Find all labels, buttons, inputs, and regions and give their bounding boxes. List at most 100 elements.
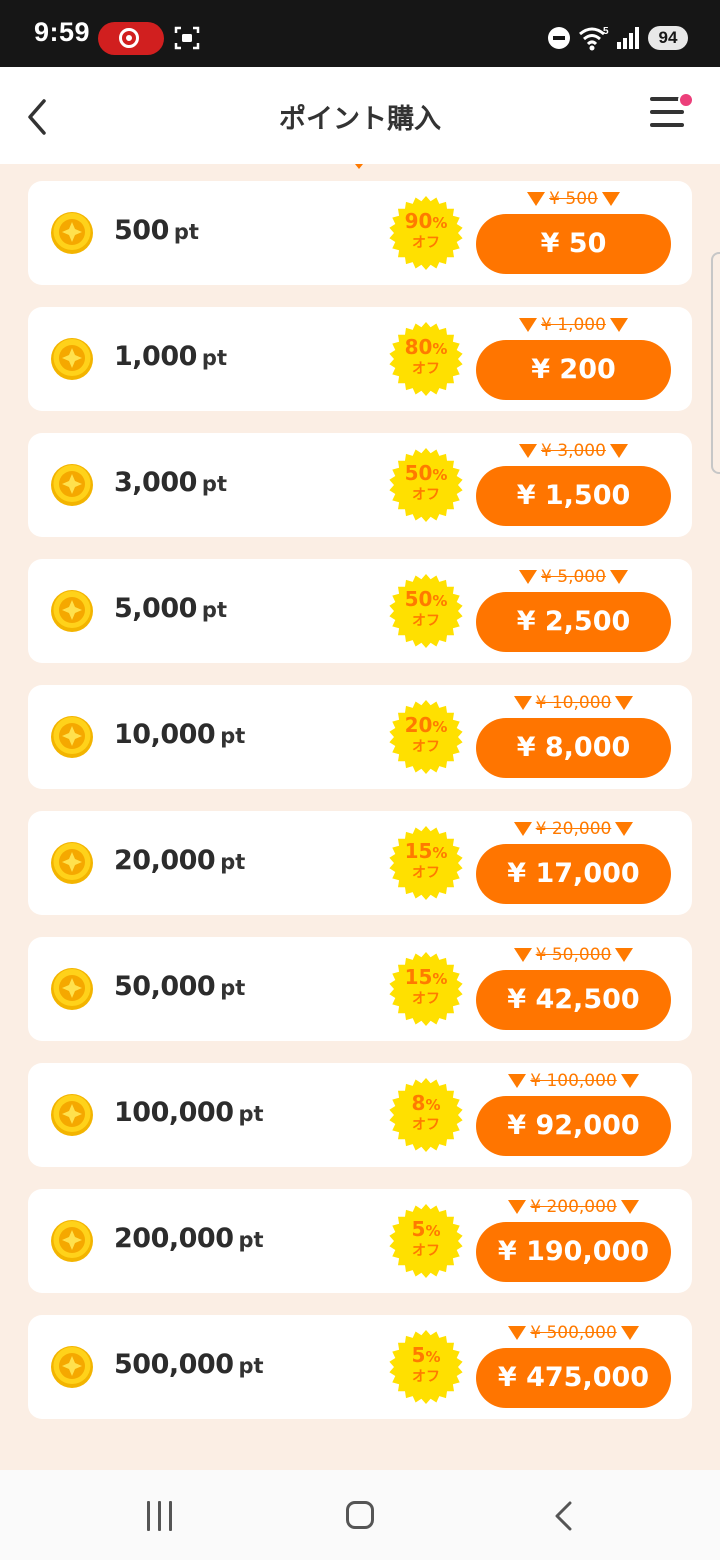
discount-percent: 5% xyxy=(388,1219,464,1241)
discount-off-label: オフ xyxy=(412,1369,440,1385)
discount-off-label: オフ xyxy=(412,1117,440,1133)
discount-badge: 90% オフ xyxy=(388,195,464,271)
percent-sign: % xyxy=(432,466,448,484)
discount-badge: 20% オフ xyxy=(388,699,464,775)
coin-icon xyxy=(51,842,93,884)
buy-price-button[interactable]: ¥ 475,000 xyxy=(476,1348,671,1408)
home-icon[interactable] xyxy=(346,1501,374,1529)
discount-off-label: オフ xyxy=(412,991,440,1007)
discount-badge: 50% オフ xyxy=(388,573,464,649)
discount-percent: 80% xyxy=(388,337,464,359)
down-triangle-icon xyxy=(601,192,620,206)
buy-price-button[interactable]: ¥ 190,000 xyxy=(476,1222,671,1282)
discount-value: 15 xyxy=(404,839,433,863)
coin-icon xyxy=(51,716,93,758)
discount-value: 50 xyxy=(404,461,433,485)
discount-value: 5 xyxy=(411,1217,426,1241)
do-not-disturb-icon xyxy=(548,27,570,49)
discount-badge: 5% オフ xyxy=(388,1203,464,1279)
starburst-icon xyxy=(389,826,463,900)
percent-sign: % xyxy=(432,340,448,358)
original-price: ¥ 100,000 xyxy=(530,1071,617,1091)
point-plan-card[interactable]: 3,000 pt 50% オフ ¥ 3,000 ¥ 1,500 xyxy=(28,433,692,537)
buy-price-button[interactable]: ¥ 200 xyxy=(476,340,671,400)
down-triangle-icon xyxy=(508,1074,527,1088)
original-price-row: ¥ 1,000 xyxy=(476,315,671,341)
wifi-icon: 5 xyxy=(579,26,609,51)
original-price-row: ¥ 200,000 xyxy=(476,1197,671,1223)
points-amount: 1,000 pt xyxy=(114,341,227,372)
points-value: 1,000 xyxy=(114,341,197,372)
discount-value: 90 xyxy=(404,209,433,233)
points-unit: pt xyxy=(201,598,227,622)
down-triangle-icon xyxy=(527,192,546,206)
down-triangle-icon xyxy=(513,822,532,836)
point-plan-card[interactable]: 50,000 pt 15% オフ ¥ 50,000 ¥ 42,500 xyxy=(28,937,692,1041)
down-triangle-icon xyxy=(620,1074,639,1088)
point-plan-card[interactable]: 500 pt 90% オフ ¥ 500 ¥ 50 xyxy=(28,181,692,285)
nav-back-icon[interactable] xyxy=(552,1500,574,1532)
down-triangle-icon xyxy=(609,444,628,458)
screen-record-icon[interactable] xyxy=(98,22,164,55)
points-amount: 500 pt xyxy=(114,215,199,246)
down-triangle-icon xyxy=(519,318,538,332)
down-triangle-icon xyxy=(508,1326,527,1340)
down-triangle-icon xyxy=(513,696,532,710)
buy-price-button[interactable]: ¥ 50 xyxy=(476,214,671,274)
buy-price-button[interactable]: ¥ 92,000 xyxy=(476,1096,671,1156)
discount-badge: 15% オフ xyxy=(388,825,464,901)
down-triangle-icon xyxy=(620,1200,639,1214)
discount-value: 5 xyxy=(411,1343,426,1367)
down-triangle-icon xyxy=(615,696,634,710)
coin-icon xyxy=(51,590,93,632)
original-price-row: ¥ 100,000 xyxy=(476,1071,671,1097)
points-amount: 10,000 pt xyxy=(114,719,245,750)
point-plan-card[interactable]: 10,000 pt 20% オフ ¥ 10,000 ¥ 8,000 xyxy=(28,685,692,789)
buy-price-button[interactable]: ¥ 8,000 xyxy=(476,718,671,778)
discount-percent: 90% xyxy=(388,211,464,233)
point-plan-card[interactable]: 500,000 pt 5% オフ ¥ 500,000 ¥ 475,000 xyxy=(28,1315,692,1419)
percent-sign: % xyxy=(425,1348,441,1366)
points-value: 200,000 xyxy=(114,1223,234,1254)
original-price: ¥ 20,000 xyxy=(535,819,612,839)
original-price: ¥ 3,000 xyxy=(541,441,606,461)
points-amount: 20,000 pt xyxy=(114,845,245,876)
point-plan-card[interactable]: 20,000 pt 15% オフ ¥ 20,000 ¥ 17,000 xyxy=(28,811,692,915)
system-nav-bar xyxy=(0,1470,720,1560)
discount-off-label: オフ xyxy=(412,613,440,629)
starburst-icon xyxy=(389,1078,463,1152)
down-triangle-icon xyxy=(609,318,628,332)
points-value: 5,000 xyxy=(114,593,197,624)
buy-price-button[interactable]: ¥ 2,500 xyxy=(476,592,671,652)
starburst-icon xyxy=(389,700,463,774)
down-triangle-icon xyxy=(519,570,538,584)
buy-price-button[interactable]: ¥ 17,000 xyxy=(476,844,671,904)
points-unit: pt xyxy=(201,472,227,496)
buy-price-button[interactable]: ¥ 42,500 xyxy=(476,970,671,1030)
coin-icon xyxy=(51,464,93,506)
discount-percent: 20% xyxy=(388,715,464,737)
coin-icon xyxy=(51,212,93,254)
original-price-row: ¥ 500 xyxy=(476,189,671,215)
recent-apps-icon[interactable] xyxy=(145,1501,177,1531)
down-triangle-icon xyxy=(609,570,628,584)
points-unit: pt xyxy=(220,724,246,748)
original-price-row: ¥ 10,000 xyxy=(476,693,671,719)
point-plan-card[interactable]: 100,000 pt 8% オフ ¥ 100,000 ¥ 92,000 xyxy=(28,1063,692,1167)
caret-indicator xyxy=(355,164,363,169)
starburst-icon xyxy=(389,448,463,522)
point-plan-card[interactable]: 200,000 pt 5% オフ ¥ 200,000 ¥ 190,000 xyxy=(28,1189,692,1293)
scroll-indicator[interactable] xyxy=(711,252,720,474)
original-price-row: ¥ 20,000 xyxy=(476,819,671,845)
page-title: ポイント購入 xyxy=(279,104,441,135)
percent-sign: % xyxy=(432,844,448,862)
buy-price-button[interactable]: ¥ 1,500 xyxy=(476,466,671,526)
down-triangle-icon xyxy=(620,1326,639,1340)
coin-icon xyxy=(51,968,93,1010)
discount-badge: 50% オフ xyxy=(388,447,464,523)
discount-percent: 15% xyxy=(388,841,464,863)
points-amount: 5,000 pt xyxy=(114,593,227,624)
point-plan-card[interactable]: 1,000 pt 80% オフ ¥ 1,000 ¥ 200 xyxy=(28,307,692,411)
points-unit: pt xyxy=(238,1228,264,1252)
point-plan-card[interactable]: 5,000 pt 50% オフ ¥ 5,000 ¥ 2,500 xyxy=(28,559,692,663)
